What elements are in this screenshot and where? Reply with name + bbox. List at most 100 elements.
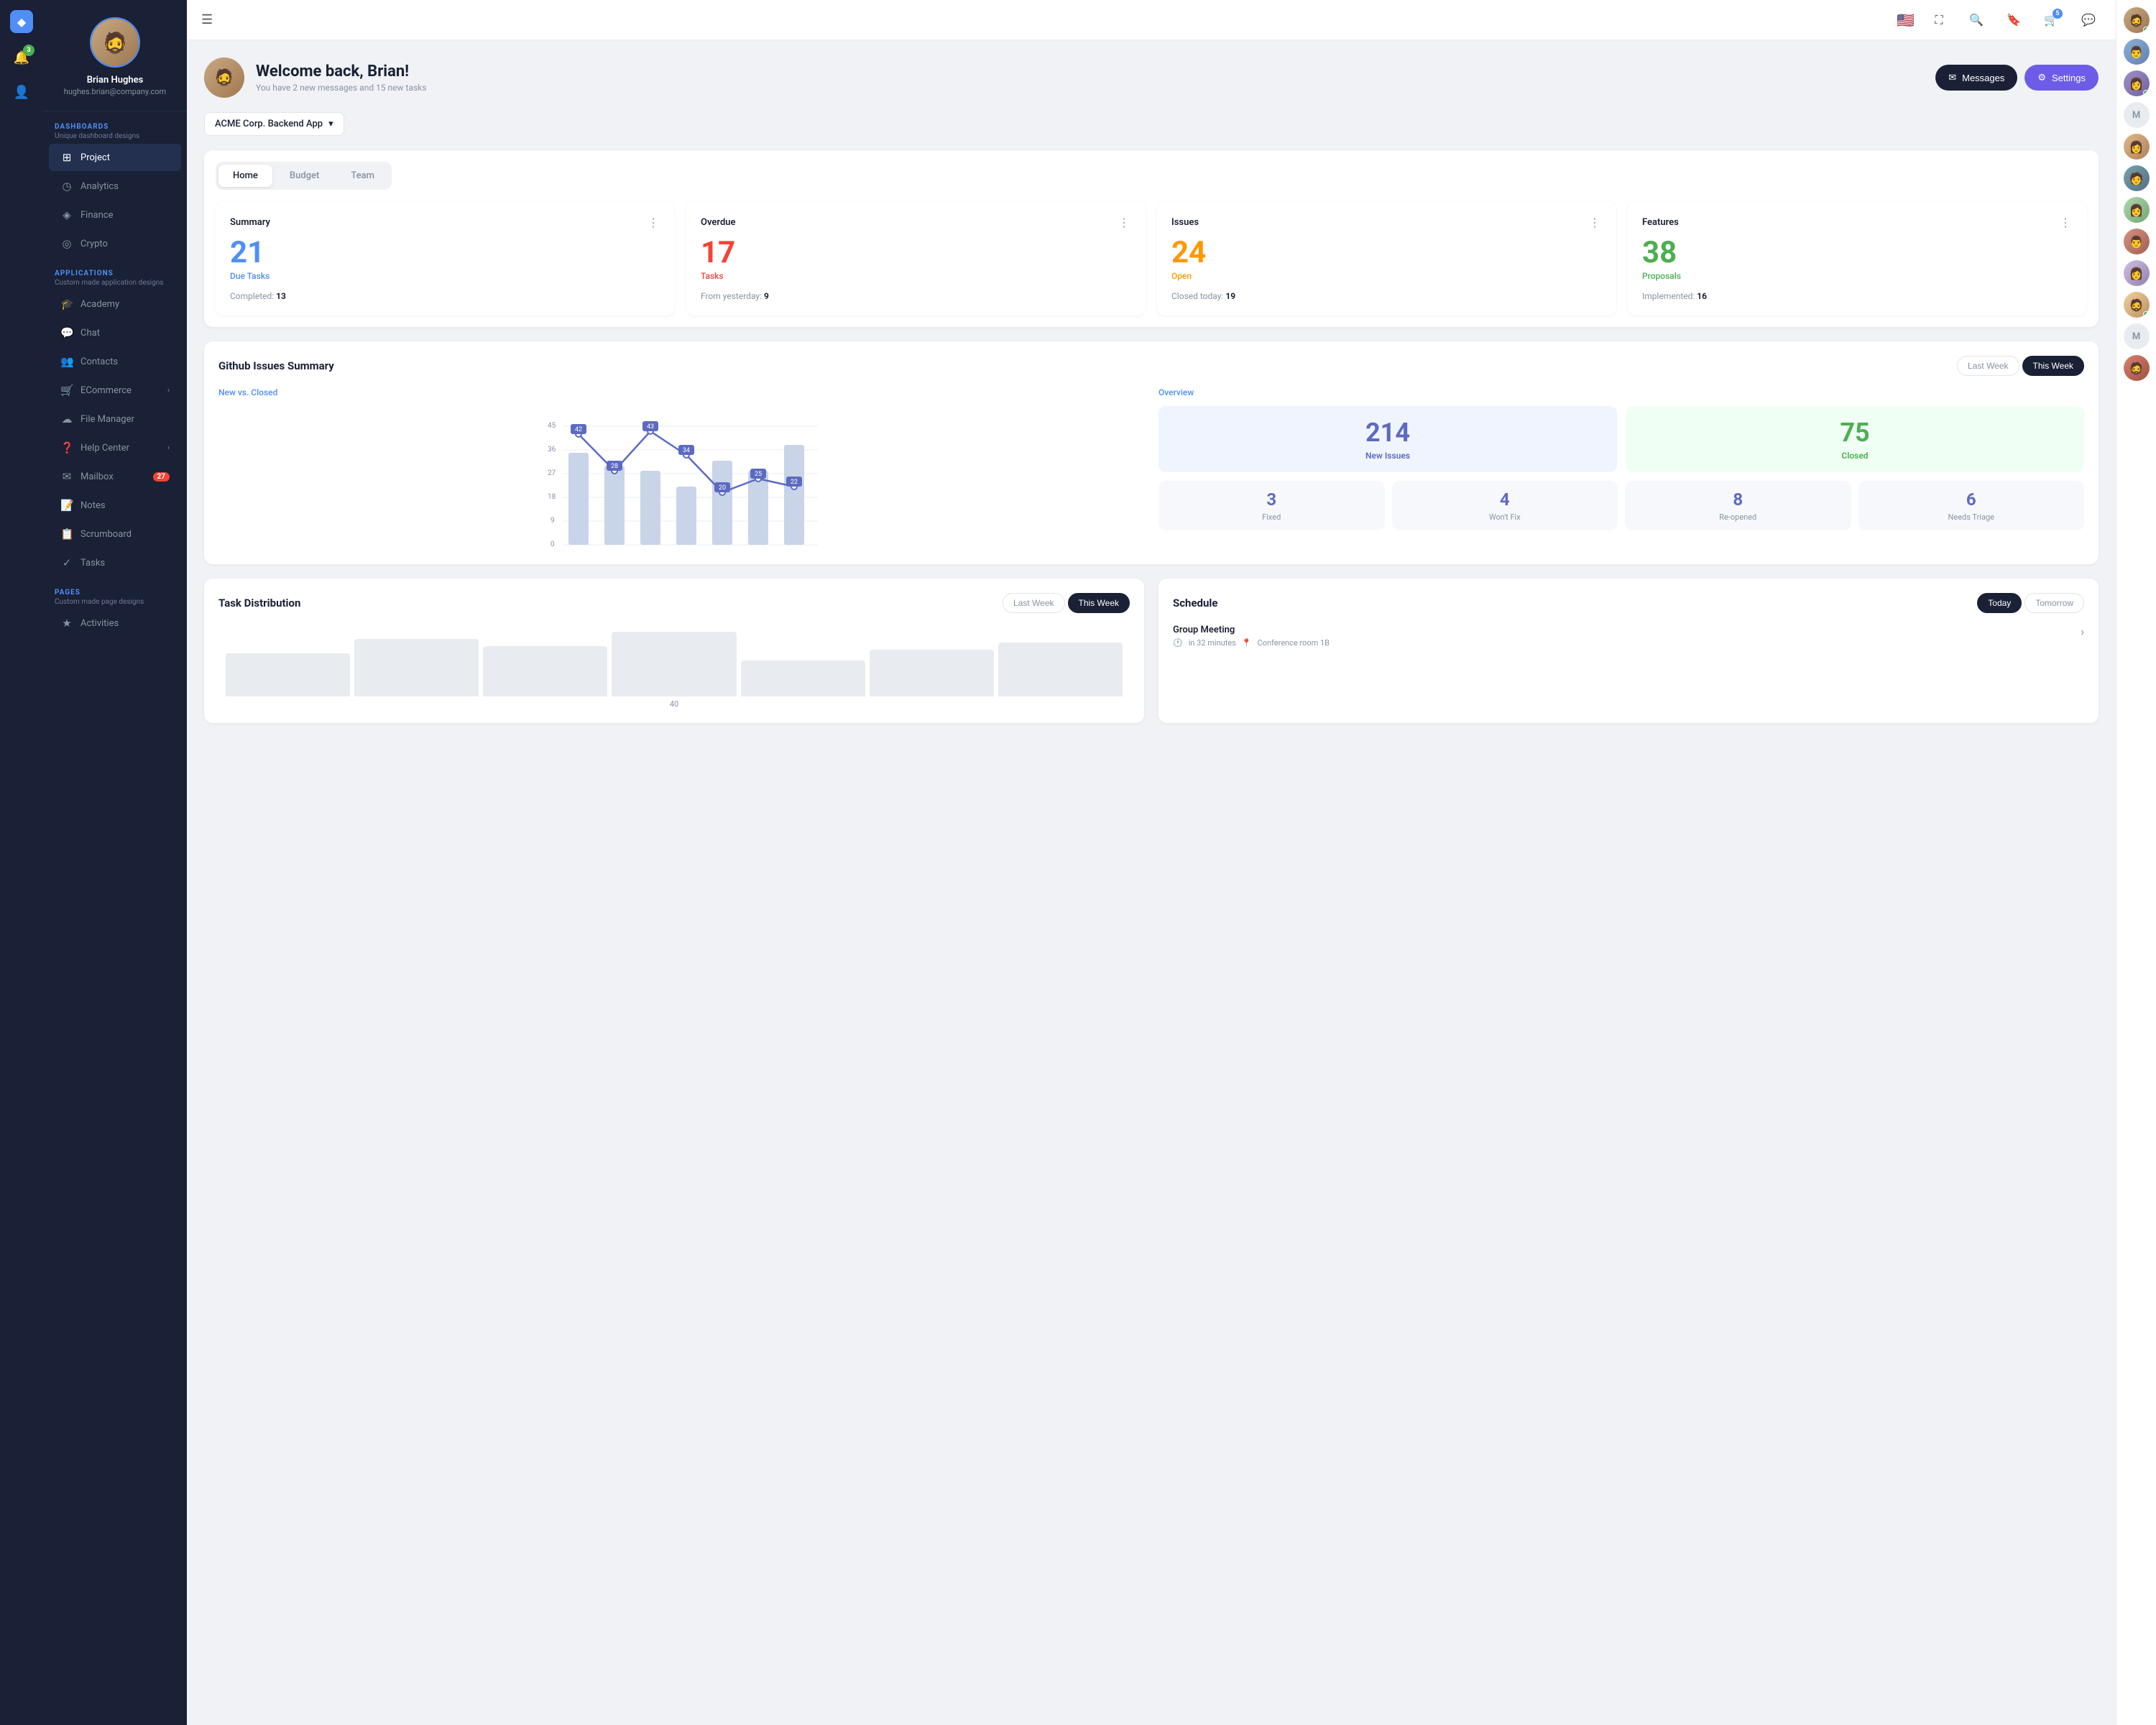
event-details: Group Meeting 🕐 in 32 minutes 📍 Conferen… [1173,625,1330,648]
needs-triage-label: Needs Triage [1867,512,2076,522]
sidebar-item-project[interactable]: ⊞ Project [49,144,181,171]
tomorrow-btn[interactable]: Tomorrow [2024,593,2084,613]
sidebar-item-label: Scrumboard [80,529,132,540]
stat-title-features: Features [1642,217,1679,228]
overview-small-cards: 3 Fixed 4 Won't Fix 8 Re-opened 6 [1158,481,2084,530]
tasks-icon: ✓ [60,556,73,569]
this-week-btn-tasks[interactable]: This Week [1068,593,1130,613]
contact-avatar-8[interactable]: 👨 [2124,229,2150,254]
tab-home[interactable]: Home [218,165,272,187]
this-week-btn-github[interactable]: This Week [2022,356,2084,376]
contact-avatar-4[interactable]: M [2124,102,2150,128]
contact-avatar-11[interactable]: M [2124,323,2150,349]
wont-fix-card: 4 Won't Fix [1392,481,1618,530]
sidebar-item-contacts[interactable]: 👥 Contacts [49,348,181,375]
sidebar-item-helpcenter[interactable]: ❓ Help Center › [49,434,181,461]
notifications-bell-icon[interactable]: 🛒 5 [2038,7,2064,33]
svg-text:22: 22 [791,479,798,486]
task-bar [741,661,865,696]
task-bar [226,653,350,696]
sidebar-item-label: Academy [80,299,119,310]
sidebar: 🧔 Brian Hughes hughes.brian@company.com … [43,0,187,1725]
messages-button[interactable]: ✉ Messages [1935,65,2017,91]
content-area: 🧔 Welcome back, Brian! You have 2 new me… [187,40,2116,1725]
messages-header-icon[interactable]: 💬 [2076,7,2101,33]
task-dist-card: Task Distribution Last Week This Week 40 [204,579,1144,723]
top-header: ☰ 🇺🇸 ⛶ 🔍 🔖 🛒 5 💬 [187,0,2116,40]
sidebar-profile: 🧔 Brian Hughes hughes.brian@company.com [43,0,187,111]
tab-budget[interactable]: Budget [275,165,333,187]
sidebar-item-notes[interactable]: 📝 Notes [49,492,181,519]
fullscreen-icon[interactable]: ⛶ [1926,7,1952,33]
svg-text:42: 42 [575,426,582,433]
sidebar-item-label: ECommerce [80,385,132,396]
stat-menu-features[interactable]: ⋮ [2060,216,2073,229]
contact-avatar-9[interactable]: 👩 [2124,260,2150,286]
sidebar-item-filemanager[interactable]: ☁ File Manager [49,405,181,433]
last-week-btn-github[interactable]: Last Week [1957,356,2019,376]
contact-avatar-6[interactable]: 🧑 [2124,165,2150,191]
section-applications: APPLICATIONS Custom made application des… [43,258,187,290]
sidebar-item-academy[interactable]: 🎓 Academy [49,290,181,318]
settings-button[interactable]: ⚙ Settings [2024,65,2099,91]
tab-team[interactable]: Team [336,165,389,187]
today-btn[interactable]: Today [1977,593,2022,613]
new-issues-label: New Issues [1170,451,1606,461]
contact-avatar-2[interactable]: 👨 [2124,39,2150,65]
project-dropdown[interactable]: ACME Corp. Backend App ▾ [204,112,344,136]
sidebar-item-analytics[interactable]: ◷ Analytics [49,172,181,200]
notifications-icon[interactable]: 🔔 3 [9,45,34,70]
sidebar-item-mailbox[interactable]: ✉ Mailbox 27 [49,463,181,490]
event-location: Conference room 1B [1258,638,1330,648]
svg-text:34: 34 [683,447,690,454]
chevron-down-icon: ▾ [328,119,333,129]
event-chevron-icon[interactable]: › [2081,625,2084,638]
settings-btn-label: Settings [2052,73,2086,83]
sidebar-item-crypto[interactable]: ◎ Crypto [49,230,181,257]
messages-btn-icon: ✉ [1948,72,1956,83]
sidebar-item-tasks[interactable]: ✓ Tasks [49,549,181,576]
app-logo[interactable]: ◆ [10,10,33,33]
stat-menu-issues[interactable]: ⋮ [1589,216,1602,229]
user-profile-icon[interactable]: 👤 [9,79,34,105]
sidebar-item-chat[interactable]: 💬 Chat [49,319,181,346]
contact-avatar-5[interactable]: 👩 [2124,134,2150,160]
contacts-icon: 👥 [60,355,73,368]
stat-label-features: Proposals [1642,271,2073,281]
welcome-avatar-img: 🧔 [204,58,244,98]
sidebar-item-finance[interactable]: ◈ Finance [49,201,181,229]
flag-icon[interactable]: 🇺🇸 [1897,12,1915,29]
hamburger-button[interactable]: ☰ [201,12,213,27]
last-week-btn-tasks[interactable]: Last Week [1003,593,1064,613]
task-bar [870,650,994,696]
schedule-header: Schedule Today Tomorrow [1173,593,2084,613]
tabs-row: Home Budget Team [216,162,392,190]
contact-avatar-12[interactable]: 🧔 [2124,355,2150,381]
bookmark-icon[interactable]: 🔖 [2001,7,2027,33]
week-toggle-tasks: Last Week This Week [1003,593,1130,613]
task-dist-title: Task Distribution [218,597,300,610]
sidebar-item-label: Activities [80,618,119,629]
search-icon[interactable]: 🔍 [1963,7,1989,33]
project-icon: ⊞ [60,151,73,164]
stat-card-overdue: Overdue ⋮ 17 Tasks From yesterday: 9 [686,201,1146,316]
sidebar-item-ecommerce[interactable]: 🛒 ECommerce › [49,377,181,404]
sidebar-item-activities[interactable]: ★ Activities [49,610,181,637]
overview-area: Overview 214 New Issues 75 Closed [1158,387,2084,550]
overview-big-cards: 214 New Issues 75 Closed [1158,406,2084,472]
section-dashboards: DASHBOARDS Unique dashboard designs [43,111,187,143]
sidebar-item-label: Crypto [80,239,108,249]
online-indicator [2143,90,2149,96]
stat-menu-summary[interactable]: ⋮ [648,216,660,229]
contact-avatar-1[interactable]: 🧔 [2124,7,2150,33]
welcome-bar: 🧔 Welcome back, Brian! You have 2 new me… [204,58,2099,98]
stat-menu-overdue[interactable]: ⋮ [1118,216,1131,229]
event-meta: 🕐 in 32 minutes 📍 Conference room 1B [1173,638,1330,648]
contact-avatar-10[interactable]: 🧔 [2124,292,2150,318]
contact-avatar-3[interactable]: 👩 [2124,70,2150,96]
contact-avatar-7[interactable]: 👩 [2124,197,2150,223]
section-label-dashboards: DASHBOARDS [55,123,175,131]
user-email: hughes.brian@company.com [64,87,166,96]
scrumboard-icon: 📋 [60,528,73,540]
sidebar-item-scrumboard[interactable]: 📋 Scrumboard [49,520,181,548]
